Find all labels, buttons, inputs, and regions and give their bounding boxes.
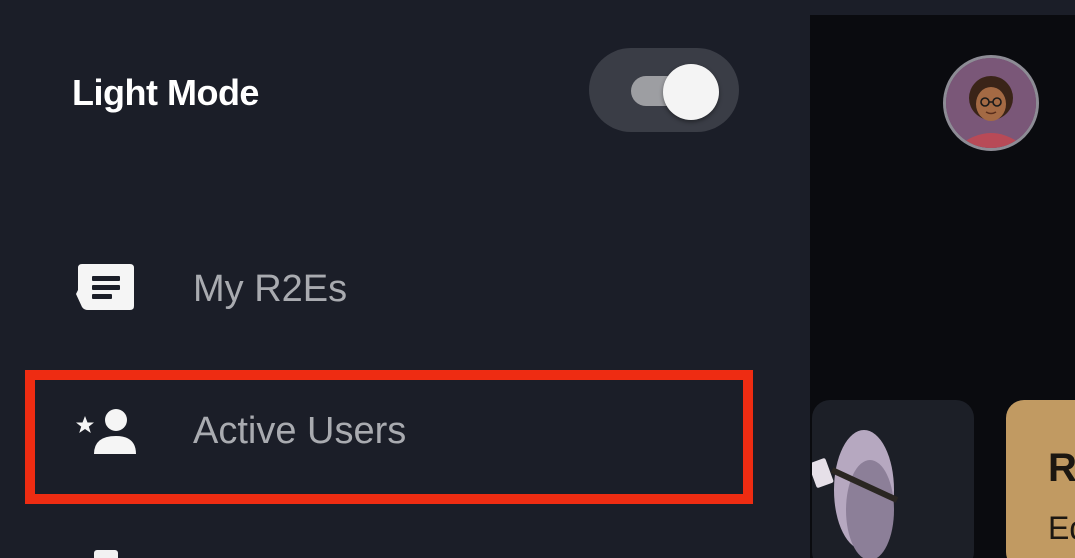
top-bar-strip — [810, 0, 1075, 15]
feedback-message-icon — [76, 264, 134, 316]
drawer-item-label: My R2Es — [193, 268, 348, 310]
card-image-icon — [812, 430, 899, 558]
drawer-item-label: Active Users — [193, 410, 407, 452]
user-avatar[interactable] — [943, 55, 1039, 151]
card-title: R — [1048, 446, 1075, 490]
toggle-thumb — [663, 64, 719, 120]
content-card-gold[interactable]: R Ed — [1006, 400, 1075, 558]
card-subtitle: Ed — [1048, 510, 1075, 546]
drawer-item-partial-icon — [94, 550, 118, 558]
light-mode-label: Light Mode — [72, 72, 259, 113]
screen: R Ed Light Mode My R2Es — [0, 0, 1075, 558]
light-mode-toggle[interactable] — [589, 48, 739, 132]
content-card[interactable] — [812, 400, 974, 558]
person-star-icon — [76, 408, 138, 460]
avatar-illustration — [946, 58, 1036, 148]
drawer-item-my-r2es[interactable]: My R2Es — [0, 240, 810, 340]
navigation-drawer: Light Mode My R2Es Active Users — [0, 0, 810, 558]
drawer-item-active-users[interactable]: Active Users — [0, 384, 810, 484]
